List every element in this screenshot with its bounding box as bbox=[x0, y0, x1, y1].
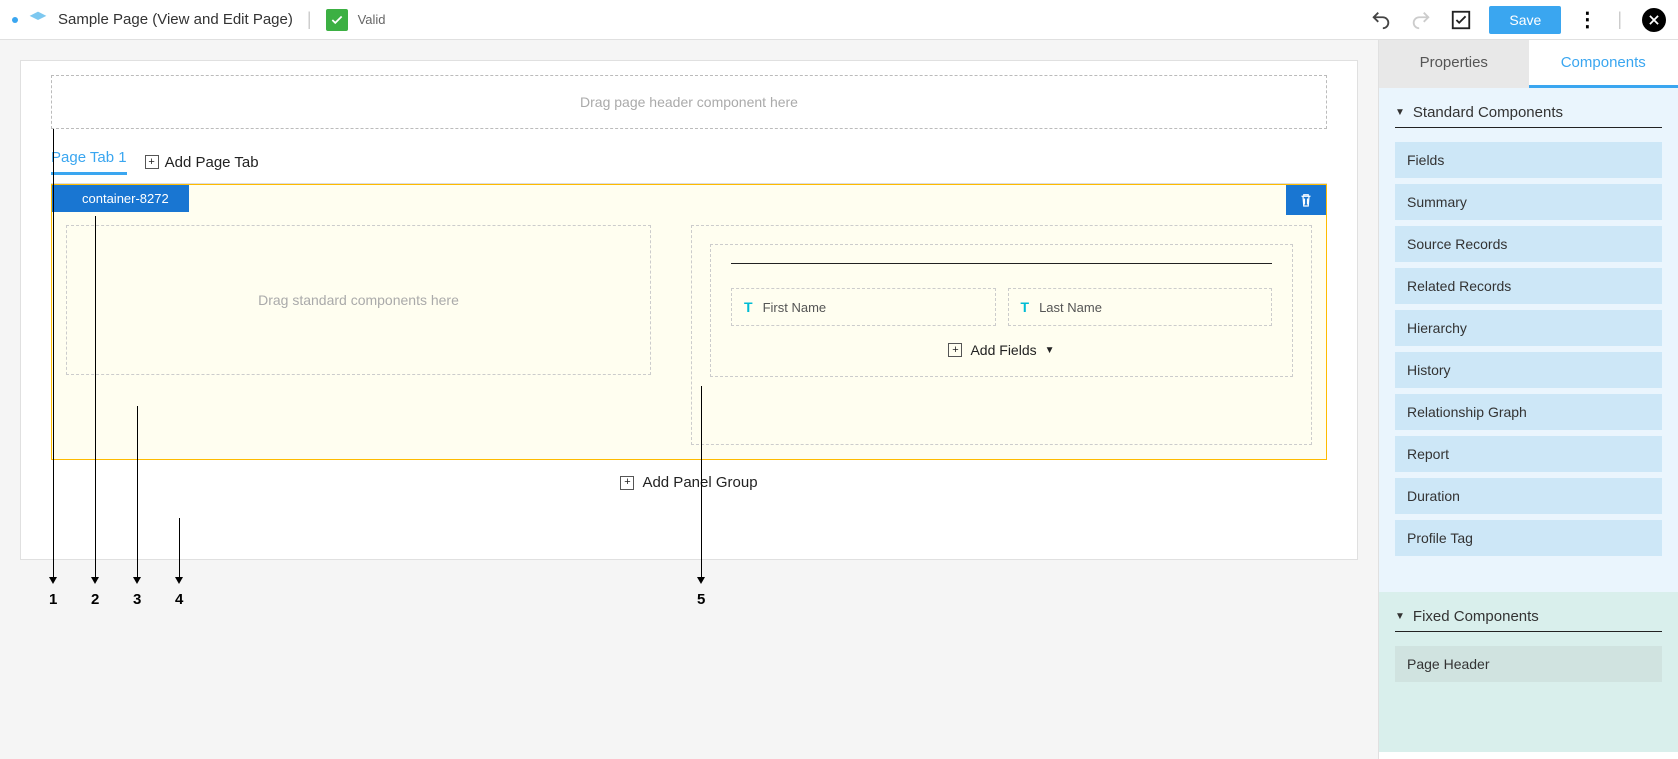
chevron-down-icon: ▼ bbox=[1045, 345, 1055, 356]
component-profile-tag[interactable]: Profile Tag bbox=[1395, 520, 1662, 556]
side-tabs: Properties Components bbox=[1379, 40, 1678, 88]
canvas-area: Drag page header component here Page Tab… bbox=[0, 40, 1378, 759]
arrowhead-icon bbox=[175, 577, 183, 584]
component-page-header[interactable]: Page Header bbox=[1395, 646, 1662, 682]
topbar: Sample Page (View and Edit Page) | Valid… bbox=[0, 0, 1678, 40]
undo-button[interactable] bbox=[1369, 8, 1393, 32]
add-fields-button[interactable]: + Add Fields ▼ bbox=[731, 342, 1272, 358]
field-row: T First Name T Last Name bbox=[731, 288, 1272, 326]
plus-icon: + bbox=[620, 476, 634, 490]
text-type-icon: T bbox=[1021, 299, 1030, 315]
component-fields[interactable]: Fields bbox=[1395, 142, 1662, 178]
fixed-components-header[interactable]: ▼ Fixed Components bbox=[1395, 608, 1662, 632]
arrowhead-icon bbox=[133, 577, 141, 584]
add-fields-label: Add Fields bbox=[970, 342, 1036, 358]
page-title: Sample Page (View and Edit Page) bbox=[58, 11, 293, 28]
valid-check-icon bbox=[326, 9, 348, 31]
container-selected[interactable]: container-8272 Drag standard components … bbox=[51, 184, 1327, 460]
valid-label: Valid bbox=[358, 12, 386, 27]
section-title: Fixed Components bbox=[1413, 608, 1539, 625]
container-label: container-8272 bbox=[52, 185, 189, 212]
layers-icon bbox=[28, 10, 48, 30]
component-hierarchy[interactable]: Hierarchy bbox=[1395, 310, 1662, 346]
component-summary[interactable]: Summary bbox=[1395, 184, 1662, 220]
tab-components[interactable]: Components bbox=[1529, 40, 1678, 88]
section-title: Standard Components bbox=[1413, 104, 1563, 121]
callout-line-2 bbox=[95, 216, 96, 579]
component-related-records[interactable]: Related Records bbox=[1395, 268, 1662, 304]
field-first-name[interactable]: T First Name bbox=[731, 288, 996, 326]
page-tabs: Page Tab 1 + Add Page Tab bbox=[51, 149, 1327, 184]
add-panel-group-button[interactable]: + Add Panel Group bbox=[51, 474, 1327, 491]
add-panel-group-label: Add Panel Group bbox=[642, 474, 757, 491]
callout-line-5 bbox=[701, 386, 702, 579]
separator: | bbox=[1617, 9, 1622, 30]
callout-line-3 bbox=[137, 406, 138, 579]
field-label: First Name bbox=[763, 300, 827, 315]
add-page-tab-button[interactable]: + Add Page Tab bbox=[145, 154, 259, 171]
topbar-left: Sample Page (View and Edit Page) | Valid bbox=[12, 9, 1369, 31]
canvas: Drag page header component here Page Tab… bbox=[20, 60, 1358, 560]
component-source-records[interactable]: Source Records bbox=[1395, 226, 1662, 262]
triangle-down-icon: ▼ bbox=[1395, 611, 1405, 622]
callout-number: 5 bbox=[697, 591, 705, 608]
dropzone-label: Drag page header component here bbox=[580, 94, 798, 110]
component-report[interactable]: Report bbox=[1395, 436, 1662, 472]
side-body: ▼ Standard Components Fields Summary Sou… bbox=[1379, 88, 1678, 759]
callout-number: 2 bbox=[91, 591, 99, 608]
page-tab-1[interactable]: Page Tab 1 bbox=[51, 149, 127, 175]
unsaved-dot-icon bbox=[12, 17, 18, 23]
topbar-right: Save ⋮ | bbox=[1369, 6, 1666, 34]
redo-button[interactable] bbox=[1409, 8, 1433, 32]
panel-divider bbox=[731, 263, 1272, 264]
callout-line-1 bbox=[53, 129, 54, 579]
standard-components-section: ▼ Standard Components Fields Summary Sou… bbox=[1379, 88, 1678, 592]
tab-properties[interactable]: Properties bbox=[1379, 40, 1529, 88]
validate-button[interactable] bbox=[1449, 8, 1473, 32]
main-layout: Drag page header component here Page Tab… bbox=[0, 40, 1678, 759]
text-type-icon: T bbox=[744, 299, 753, 315]
left-dropzone[interactable]: Drag standard components here bbox=[66, 225, 651, 375]
plus-icon: + bbox=[948, 343, 962, 357]
callout-line-4 bbox=[179, 518, 180, 579]
callout-number: 3 bbox=[133, 591, 141, 608]
fixed-components-section: ▼ Fixed Components Page Header bbox=[1379, 592, 1678, 752]
fields-panel: T First Name T Last Name + Add Fi bbox=[710, 244, 1293, 377]
dropzone-label: Drag standard components here bbox=[258, 292, 459, 308]
close-button[interactable] bbox=[1642, 8, 1666, 32]
callout-number: 1 bbox=[49, 591, 57, 608]
field-last-name[interactable]: T Last Name bbox=[1008, 288, 1273, 326]
component-relationship-graph[interactable]: Relationship Graph bbox=[1395, 394, 1662, 430]
save-button[interactable]: Save bbox=[1489, 6, 1561, 34]
add-page-tab-label: Add Page Tab bbox=[165, 154, 259, 171]
separator: | bbox=[307, 9, 312, 30]
standard-components-header[interactable]: ▼ Standard Components bbox=[1395, 104, 1662, 128]
callout-number: 4 bbox=[175, 591, 183, 608]
component-duration[interactable]: Duration bbox=[1395, 478, 1662, 514]
container-columns: Drag standard components here T First Na… bbox=[66, 225, 1312, 445]
arrowhead-icon bbox=[91, 577, 99, 584]
triangle-down-icon: ▼ bbox=[1395, 107, 1405, 118]
arrowhead-icon bbox=[49, 577, 57, 584]
component-history[interactable]: History bbox=[1395, 352, 1662, 388]
arrowhead-icon bbox=[697, 577, 705, 584]
side-panel: Properties Components ▼ Standard Compone… bbox=[1378, 40, 1678, 759]
delete-container-button[interactable] bbox=[1286, 185, 1326, 215]
page-header-dropzone[interactable]: Drag page header component here bbox=[51, 75, 1327, 129]
more-menu-button[interactable]: ⋮ bbox=[1577, 7, 1597, 32]
right-panel[interactable]: T First Name T Last Name + Add Fi bbox=[691, 225, 1312, 445]
plus-icon: + bbox=[145, 155, 159, 169]
field-label: Last Name bbox=[1039, 300, 1102, 315]
